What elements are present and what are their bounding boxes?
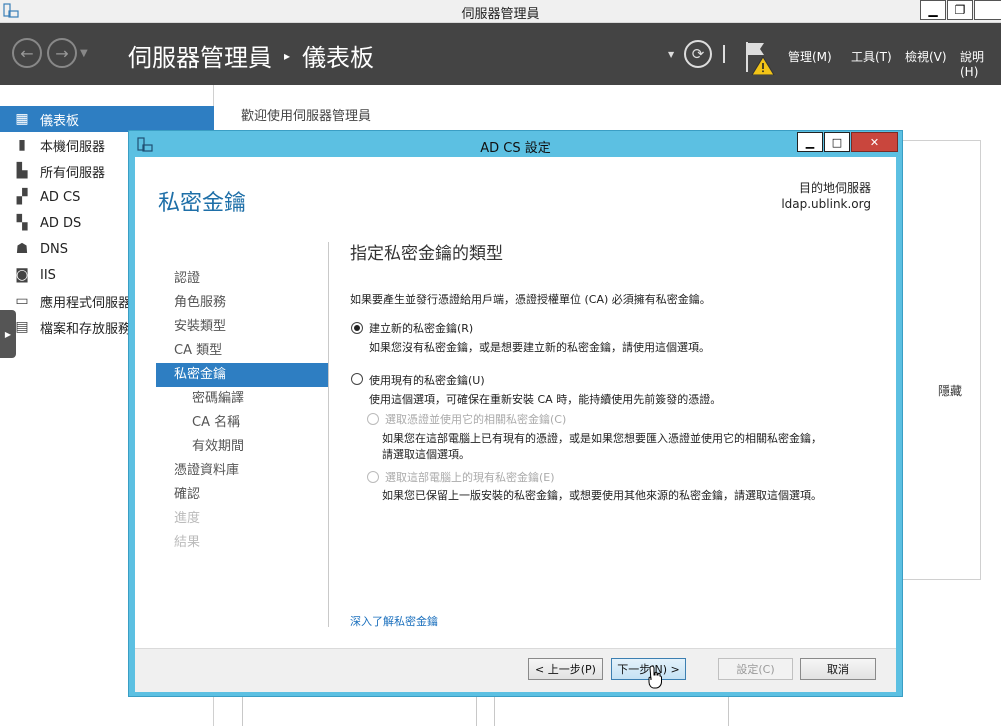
select-cert-label[interactable]: 選取憑證並使用它的相關私密金鑰(C) [385,411,566,427]
back-arrow-icon: ← [20,43,34,63]
welcome-tile [900,140,981,580]
hide-link[interactable]: 隱藏 [938,382,962,399]
select-existing-key-description: 如果您已保留上一版安裝的私密金鑰，或想要使用其他來源的私密金鑰，請選取這個選項。 [382,489,822,502]
file-storage-icon: ▤ [15,319,29,335]
window-title: 伺服器管理員 [461,7,540,22]
servers-icon: ▙ [16,163,28,179]
sidebar-item-label: IIS [40,267,56,283]
dialog-maximize-button[interactable]: □ [824,132,850,152]
restore-icon: ❐ [954,3,966,17]
sidebar-item-label: 所有伺服器 [40,165,106,181]
existing-key-description: 使用這個選項，可確保在重新安裝 CA 時，能持續使用先前簽發的憑證。 [369,393,722,406]
dialog-close-button[interactable]: ✕ [851,132,898,152]
menu-manage[interactable]: 管理(M) [788,48,832,65]
wizard-step-ca-type[interactable]: CA 類型 [156,339,328,363]
dashboard-tile [494,696,729,726]
wizard-step-confirmation[interactable]: 確認 [156,483,328,507]
nav-divider [328,242,329,627]
menu-view[interactable]: 檢視(V) [905,48,947,65]
sidebar-item-label: 儀表板 [40,113,80,129]
sidebar-item-dashboard[interactable]: ▦ 儀表板 [0,106,214,132]
history-dropdown-icon[interactable]: ▼ [80,48,88,59]
sidebar-item-label: 應用程式伺服器 [40,295,132,311]
close-button[interactable] [974,0,1001,20]
dialog-footer: < 上一步(P) 下一步(N) > 設定(C) 取消 [135,648,896,692]
select-cert-radio[interactable] [367,413,379,425]
dialog-title: AD CS 設定 [480,141,551,156]
wizard-nav: 認證 角色服務 安裝類型 CA 類型 私密金鑰 密碼編譯 CA 名稱 有效期間 … [156,267,328,555]
dashboard-icon: ▦ [15,111,29,127]
wizard-step-cert-database[interactable]: 憑證資料庫 [156,459,328,483]
wizard-step-validity-period[interactable]: 有效期間 [156,435,328,459]
previous-button[interactable]: < 上一步(P) [528,658,603,680]
sidebar-item-label: AD DS [40,215,82,231]
wizard-content: 指定私密金鑰的類型 如果要產生並發行憑證給用戶端，憑證授權單位 (CA) 必須擁… [350,157,880,657]
dialog-body: 私密金鑰 目的地伺服器 ldap.ublink.org 認證 角色服務 安裝類型… [135,157,896,692]
wizard-step-role-services[interactable]: 角色服務 [156,291,328,315]
new-key-label[interactable]: 建立新的私密金鑰(R) [369,320,473,336]
sidebar-item-label: 檔案和存放服務 [40,321,132,337]
menu-tools[interactable]: 工具(T) [851,48,892,65]
restore-button[interactable]: ❐ [947,0,973,20]
select-existing-key-label[interactable]: 選取這部電腦上的現有私密金鑰(E) [385,469,555,485]
learn-more-link[interactable]: 深入了解私密金鑰 [350,613,438,629]
select-cert-description-line2: 請選取這個選項。 [382,448,470,461]
sidebar-item-label: DNS [40,241,68,257]
breadcrumb-separator-icon: ▸ [284,48,291,63]
adds-icon: ▚ [16,215,28,231]
breadcrumb-page: 儀表板 [302,44,375,72]
minimize-icon: ▁ [928,3,938,17]
server-icon: ▮ [18,137,26,153]
mouse-cursor-icon [648,665,662,689]
dns-icon: ☗ [15,241,29,257]
refresh-button[interactable]: ⟳ [684,40,712,68]
wizard-step-progress: 進度 [174,511,201,526]
existing-key-label[interactable]: 使用現有的私密金鑰(U) [369,372,485,388]
wizard-step-credentials[interactable]: 認證 [156,267,328,291]
refresh-icon: ⟳ [691,45,705,63]
iis-icon: ◙ [15,267,29,283]
wizard-step-private-key[interactable]: 私密金鑰 [156,363,328,387]
select-cert-description-line1: 如果您在這部電腦上已有現有的憑證，或是如果您想要匯入憑證並使用它的相關私密金鑰， [382,432,822,445]
minimize-button[interactable]: ▁ [920,0,946,20]
breadcrumb: 伺服器管理員 ▸ 儀表板 [128,38,374,73]
dialog-minimize-button[interactable]: ▁ [797,132,823,152]
toolbar-divider [723,45,725,63]
dashboard-tile [242,696,477,726]
new-key-radio[interactable] [351,322,363,334]
configure-button[interactable]: 設定(C) [718,658,793,680]
menu-help[interactable]: 說明(H) [960,48,1001,79]
select-existing-key-radio[interactable] [367,471,379,483]
forward-button[interactable]: → [47,38,77,68]
wizard-step-setup-type[interactable]: 安裝類型 [156,315,328,339]
window-titlebar: 伺服器管理員 ▁ ❐ [0,0,1001,23]
cancel-button[interactable]: 取消 [800,658,876,680]
app-server-icon: ▭ [15,293,29,309]
existing-key-radio[interactable] [351,373,363,385]
forward-arrow-icon: → [55,43,69,63]
new-key-description: 如果您沒有私密金鑰，或是想要建立新的私密金鑰，請使用這個選項。 [369,341,710,354]
page-title: 私密金鑰 [158,191,247,216]
maximize-icon: □ [831,135,843,149]
notifications-flag-icon[interactable] [744,41,776,75]
sidebar-expand-button[interactable]: ▶ [0,310,16,358]
welcome-heading: 歡迎使用伺服器管理員 [241,109,372,124]
sidebar-item-label: 本機伺服器 [40,139,106,155]
refresh-dropdown-icon[interactable]: ▼ [668,50,674,59]
wizard-step-cryptography[interactable]: 密碼編譯 [156,387,328,411]
sidebar-item-label: AD CS [40,189,81,205]
dialog-titlebar: AD CS 設定 ▁ □ ✕ [129,131,902,157]
breadcrumb-app[interactable]: 伺服器管理員 [128,38,272,73]
close-icon: ✕ [869,135,880,149]
wizard-step-ca-name[interactable]: CA 名稱 [156,411,328,435]
expand-arrow-icon: ▶ [4,329,12,339]
wizard-step-results: 結果 [174,535,201,550]
intro-text: 如果要產生並發行憑證給用戶端，憑證授權單位 (CA) 必須擁有私密金鑰。 [350,293,711,306]
back-button[interactable]: ← [12,38,42,68]
minimize-icon: ▁ [805,135,815,149]
adcs-config-dialog: AD CS 設定 ▁ □ ✕ 私密金鑰 目的地伺服器 ldap.ublink.o… [128,130,903,697]
adcs-icon: ▞ [16,189,28,205]
section-title: 指定私密金鑰的類型 [350,244,503,264]
